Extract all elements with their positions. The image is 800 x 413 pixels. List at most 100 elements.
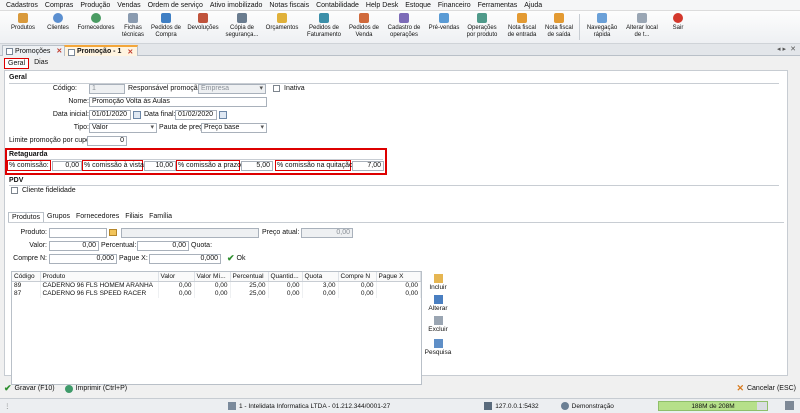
responsavel-select[interactable]: Empresa: [198, 84, 266, 94]
cancelar-button[interactable]: ✕ Cancelar (ESC): [736, 383, 796, 394]
incluir-button[interactable]: Incluir: [423, 274, 453, 291]
pesquisa-button[interactable]: Pesquisa: [423, 339, 453, 356]
gravar-button[interactable]: ✔ Gravar (F10): [4, 383, 55, 394]
prazo-label: % comissão a prazo:: [178, 162, 243, 169]
menu-ativo[interactable]: Ativo imobilizado: [210, 2, 263, 9]
pre-vendas-button[interactable]: Pré-vendas: [426, 11, 462, 44]
tab-promocao-1[interactable]: Promoção - 1 ✕: [64, 45, 139, 56]
imprimir-button[interactable]: Imprimir (Ctrl+P): [64, 384, 127, 393]
folder-icon[interactable]: [109, 229, 117, 236]
col-compre-n[interactable]: Compre N: [338, 272, 377, 282]
data-inicial-label: Data inicial:: [52, 111, 89, 118]
cell-quantidade: 0,00: [268, 289, 303, 298]
menu-ferramentas[interactable]: Ferramentas: [478, 2, 518, 9]
excluir-button[interactable]: Excluir: [423, 316, 453, 333]
menu-vendas[interactable]: Vendas: [117, 2, 140, 9]
fidelidade-checkbox[interactable]: [11, 187, 18, 194]
pedidos-compra-button[interactable]: Pedidos de Compra: [148, 11, 184, 44]
compre-field[interactable]: 0,000: [49, 254, 117, 264]
col-produto[interactable]: Produto: [40, 272, 159, 282]
clientes-button[interactable]: Clientes: [42, 11, 74, 44]
prazo-field[interactable]: 5,00: [241, 161, 273, 171]
operacoes-produto-button[interactable]: Operações por produto: [462, 11, 502, 44]
pedidos-faturamento-button[interactable]: Pedidos de Faturamento: [302, 11, 346, 44]
tab-fornecedores[interactable]: Fornecedores: [73, 212, 122, 222]
tab-produtos[interactable]: Produtos: [8, 212, 45, 222]
tab-dias[interactable]: Dias: [31, 58, 51, 69]
table-row[interactable]: 89 CADERNO 96 FLS HOMEM ARANHA 0,00 0,00…: [12, 281, 421, 290]
data-final-label: Data final:: [144, 111, 176, 118]
close-icon[interactable]: ✕: [56, 47, 62, 55]
menu-notas-fiscais[interactable]: Notas fiscais: [269, 2, 309, 9]
menu-ajuda[interactable]: Ajuda: [524, 2, 542, 9]
tab-promocoes[interactable]: Promoções ✕: [2, 45, 68, 56]
menu-producao[interactable]: Produção: [80, 2, 110, 9]
menu-ordem-servico[interactable]: Ordem de serviço: [148, 2, 203, 9]
orcamentos-button[interactable]: Orçamentos: [262, 11, 302, 44]
data-final-field[interactable]: 01/02/2020: [175, 110, 217, 120]
navegacao-rapida-button[interactable]: Navegação rápida: [583, 11, 621, 44]
col-valor-min[interactable]: Valor Mí...: [194, 272, 231, 282]
alterar-local-button[interactable]: Alterar local de t...: [621, 11, 663, 44]
valor-label: Valor:: [29, 242, 47, 249]
ok-button[interactable]: ✔ Ok: [227, 253, 246, 264]
tab-familia[interactable]: Família: [146, 212, 175, 222]
tipo-select[interactable]: Valor: [89, 123, 157, 133]
produto-field[interactable]: [49, 228, 107, 238]
produto-label: Produto:: [20, 229, 47, 236]
tab-scroll-icon[interactable]: ◂ ▸: [777, 45, 786, 53]
menu-financeiro[interactable]: Financeiro: [438, 2, 471, 9]
col-pague-x[interactable]: Pague X: [376, 272, 421, 282]
divider: [8, 222, 784, 223]
pedidos-venda-button[interactable]: Pedidos de Venda: [346, 11, 382, 44]
percentual-field[interactable]: 0,00: [137, 241, 189, 251]
compre-label: Compre N:: [13, 255, 47, 262]
fidelidade-label: Cliente fidelidade: [22, 187, 76, 194]
data-inicial-field[interactable]: 01/01/2020: [89, 110, 131, 120]
cell-compre-n: 0,00: [338, 289, 377, 298]
nome-field[interactable]: Promoção Volta às Aulas: [89, 97, 267, 107]
alterar-button[interactable]: Alterar: [423, 295, 453, 312]
tab-geral[interactable]: Geral: [4, 58, 30, 69]
comissao-field[interactable]: 0,00: [52, 161, 82, 171]
inativa-checkbox[interactable]: [273, 85, 280, 92]
codigo-field[interactable]: 1: [89, 84, 125, 94]
col-quantidade[interactable]: Quantid...: [268, 272, 303, 282]
devolucoes-button[interactable]: Devoluções: [184, 11, 222, 44]
menu-compras[interactable]: Compras: [45, 2, 73, 9]
valor-field[interactable]: 0,00: [49, 241, 99, 251]
tab-filiais[interactable]: Filiais: [122, 212, 146, 222]
table-row[interactable]: 87 CADERNO 96 FLS SPEED RACER 0,00 0,00 …: [12, 289, 421, 298]
limite-field[interactable]: 0: [87, 136, 127, 146]
pauta-select[interactable]: Preço base: [201, 123, 267, 133]
nf-entrada-button[interactable]: Nota fiscal de entrada: [502, 11, 542, 44]
quitacao-label: % comissão na quitação:: [277, 162, 355, 169]
calendar-icon[interactable]: [133, 111, 141, 119]
nf-saida-button[interactable]: Nota fiscal de saída: [542, 11, 576, 44]
quitacao-field[interactable]: 7,00: [352, 161, 384, 171]
menu-help-desk[interactable]: Help Desk: [366, 2, 398, 9]
col-quota[interactable]: Quota: [302, 272, 339, 282]
close-icon[interactable]: ✕: [127, 48, 133, 56]
trash-icon[interactable]: [785, 401, 794, 410]
fornecedores-button[interactable]: Fornecedores: [74, 11, 118, 44]
nf-out-icon: [554, 13, 564, 23]
menu-contabilidade[interactable]: Contabilidade: [316, 2, 359, 9]
tab-grupos[interactable]: Grupos: [44, 212, 73, 222]
col-percentual[interactable]: Percentual: [230, 272, 269, 282]
cadastro-operacoes-button[interactable]: Cadastro de operações: [382, 11, 426, 44]
cell-codigo: 87: [12, 289, 41, 298]
fichas-tecnicas-button[interactable]: Fichas técnicas: [118, 11, 148, 44]
vista-field[interactable]: 10,00: [144, 161, 176, 171]
quota-label: Quota:: [191, 242, 213, 249]
menu-estoque[interactable]: Estoque: [405, 2, 431, 9]
sair-button[interactable]: Sair: [663, 11, 693, 44]
copia-seguranca-button[interactable]: Cópia de segurança...: [222, 11, 262, 44]
col-codigo[interactable]: Código: [12, 272, 41, 282]
close-all-icon[interactable]: ✕: [790, 45, 796, 53]
pague-field[interactable]: 0,000: [149, 254, 221, 264]
col-valor[interactable]: Valor: [158, 272, 195, 282]
produtos-button[interactable]: Produtos: [4, 11, 42, 44]
calendar-icon[interactable]: [219, 111, 227, 119]
menu-cadastros[interactable]: Cadastros: [6, 2, 38, 9]
